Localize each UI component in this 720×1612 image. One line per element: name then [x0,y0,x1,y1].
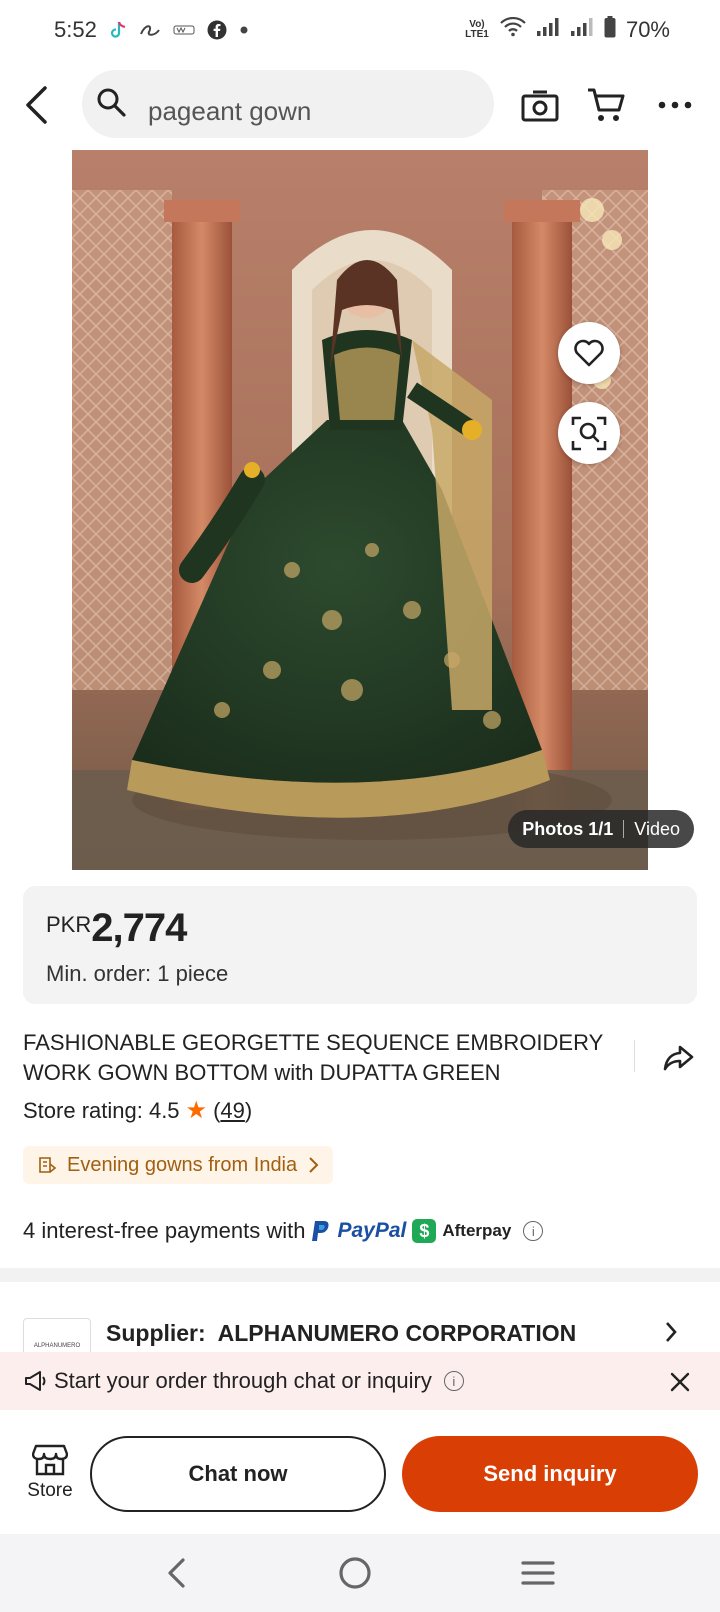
price-card: PKR 2,774 Min. order: 1 piece [23,886,697,1004]
supplier-logo-text: ALPHANUMERO [33,1343,81,1349]
info-icon[interactable]: i [523,1221,544,1241]
product-title: FASHIONABLE GEORGETTE SEQUENCE EMBROIDER… [23,1030,603,1085]
back-arrow-icon [26,86,47,124]
star-icon: ★ [185,1097,208,1124]
signal-2-icon [570,17,594,43]
info-icon[interactable]: i [443,1371,464,1391]
pill-divider [623,820,625,838]
chat-banner-text: Start your order through chat or inquiry [54,1368,432,1393]
store-rating-label: Store rating: 4.5 [23,1097,180,1123]
battery-percent: 70% [625,17,670,42]
reviews-link[interactable]: (49) [213,1098,252,1124]
cart-icon [588,88,625,121]
search-header: pageant gown [0,68,720,142]
payment-options[interactable]: 4 interest-free payments with PayPal $ A… [23,1216,544,1246]
search-input[interactable]: pageant gown [82,70,494,138]
category-chip[interactable]: Evening gowns from India [23,1146,334,1184]
cart-button[interactable] [585,84,627,126]
review-paren-close: ) [244,1097,253,1123]
nav-home-icon[interactable] [338,1556,372,1590]
store-rating: Store rating: 4.5 ★ (49) [23,1096,252,1125]
back-button[interactable] [18,82,54,128]
image-search-button[interactable] [558,402,620,464]
wifi-icon [500,16,526,43]
product-photo [72,150,648,870]
supplier-logo: ALPHANUMERO [23,1318,91,1352]
price-currency: PKR [46,912,92,937]
chat-now-button[interactable]: Chat now [90,1436,386,1512]
paypal-label: PayPal [337,1219,407,1242]
title-divider [634,1040,635,1072]
video-label[interactable]: Video [634,819,680,840]
product-image[interactable] [72,150,648,870]
signal-icon [536,17,560,43]
nav-back-icon[interactable] [165,1557,189,1589]
supplier-row[interactable]: ALPHANUMERO Supplier: ALPHANUMERO CORPOR… [0,1282,720,1352]
nav-recents-icon[interactable] [521,1560,555,1586]
supplier-label: Supplier: [106,1320,206,1346]
wemu-icon [173,24,195,36]
paypal-icon [312,1221,329,1241]
more-options-button[interactable] [654,84,696,126]
alibaba-icon [139,22,161,38]
chat-banner[interactable]: Start your order through chat or inquiry… [0,1352,720,1410]
supplier-name: Supplier: ALPHANUMERO CORPORATION [106,1320,576,1347]
camera-icon [521,90,559,122]
tiktok-icon [109,20,127,40]
supplier-name-value: ALPHANUMERO CORPORATION [217,1320,577,1346]
ranking-icon [39,1157,57,1173]
system-nav-bar [0,1534,720,1612]
store-icon [32,1444,68,1476]
section-divider [0,1268,720,1282]
store-label: Store [27,1480,73,1501]
share-button[interactable] [658,1038,698,1078]
dot-icon [239,25,249,35]
category-chip-label: Evening gowns from India [67,1153,298,1176]
share-icon [663,1045,694,1071]
status-bar: 5:52 Vo) LTE1 70% [0,0,720,60]
search-query-text: pageant gown [148,95,312,126]
status-time: 5:52 [54,17,97,42]
afterpay-icon: $ [412,1219,437,1243]
image-search-icon [571,416,607,451]
camera-search-button[interactable] [519,84,561,126]
payments-text: 4 interest-free payments with [23,1218,306,1243]
send-inquiry-button[interactable]: Send inquiry [402,1436,698,1512]
review-count: 49 [220,1097,245,1123]
store-button[interactable]: Store [18,1442,82,1502]
facebook-icon [207,20,227,40]
megaphone-icon [25,1371,46,1391]
action-bar: Store Chat now Send inquiry [0,1410,720,1534]
more-icon [658,101,692,109]
volte-label: Vo) LTE1 [465,19,489,40]
heart-icon [574,339,604,367]
favorite-button[interactable] [558,322,620,384]
close-icon[interactable] [668,1370,692,1394]
chevron-right-icon [664,1320,678,1349]
media-counter[interactable]: Photos 1/1 Video [508,810,694,848]
min-order-text: Min. order: 1 piece [46,961,229,986]
photos-label: Photos 1/1 [522,818,614,839]
chevron-right-icon [309,1157,319,1173]
afterpay-label: Afterpay [442,1221,512,1240]
search-icon [96,87,126,122]
battery-icon [604,16,616,44]
price-amount: 2,774 [91,906,187,950]
